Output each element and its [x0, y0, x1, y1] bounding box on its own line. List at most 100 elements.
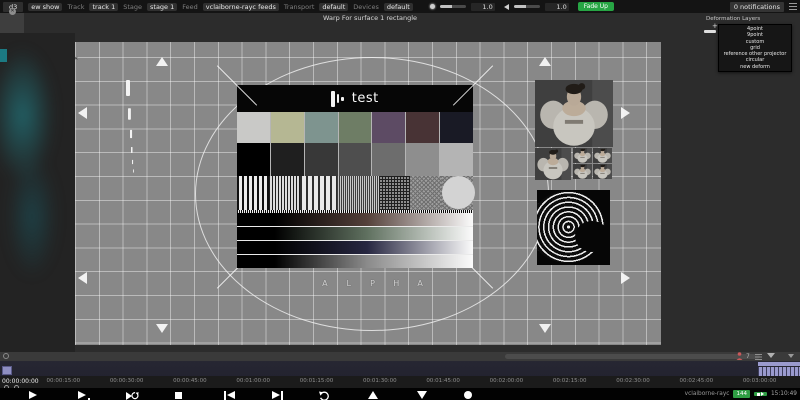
menu-feed-key[interactable]: Feed [182, 3, 198, 11]
menu-feed-value[interactable]: vclaiborne-rayc feeds [203, 3, 279, 11]
brightness-icon [430, 4, 435, 9]
alpha-letter: A [313, 277, 337, 291]
warp-handle-down-right[interactable] [539, 324, 551, 333]
portrait-image-large [535, 80, 613, 147]
panel-toggle-icon[interactable] [789, 3, 797, 10]
alpha-label-row: ALPHA [313, 277, 432, 291]
gray-step-swatch [305, 143, 338, 176]
stripe-pattern [300, 176, 337, 210]
gray-step-swatch [440, 143, 473, 176]
collaborator-icon [736, 352, 743, 360]
previous-section-button[interactable] [224, 391, 236, 400]
volume-value[interactable]: 1.0 [545, 3, 569, 11]
speaker-icon [504, 4, 509, 10]
warp-handle-left-top[interactable] [78, 107, 87, 119]
current-timecode: 00:00:00:00 [2, 378, 39, 385]
alpha-letter: A [408, 277, 432, 291]
up-button[interactable] [368, 391, 380, 400]
portrait-image-mip [593, 148, 612, 163]
test-card-header: test [237, 85, 473, 112]
deformation-type-menu: 4point9pointcustomgridreference other pr… [718, 24, 792, 72]
gradient-ramps [237, 213, 473, 268]
color-bar-swatch [339, 112, 372, 143]
warp-handle-up-left[interactable] [156, 57, 168, 66]
teal-thumbnail [0, 49, 7, 62]
timecode-label: 00:02:00:00 [485, 378, 527, 384]
portrait-image-medium [535, 148, 571, 180]
color-bars-row [237, 112, 473, 143]
color-bar-swatch [372, 112, 405, 143]
brightness-value[interactable]: 1.0 [471, 3, 495, 11]
fade-up-button[interactable]: Fade Up [578, 2, 614, 11]
timeline-loop-region[interactable] [758, 367, 800, 376]
next-section-button[interactable] [272, 391, 284, 400]
warp-handle-up-right[interactable] [539, 57, 551, 66]
collaborator-count: 7 [746, 353, 750, 360]
warp-handle-left-bottom[interactable] [78, 272, 87, 284]
filter-funnel-icon[interactable] [767, 353, 775, 358]
menu-track-key[interactable]: Track [67, 3, 84, 11]
add-layer-button[interactable]: + [712, 22, 718, 30]
return-to-start-button[interactable] [319, 391, 331, 400]
spiral-hole [575, 221, 609, 252]
gray-steps-row [237, 143, 473, 176]
timecode-label: 00:01:30:00 [359, 378, 401, 384]
menu-show[interactable]: ew show [28, 3, 62, 11]
down-button[interactable] [417, 391, 429, 400]
gray-step-swatch [271, 143, 304, 176]
timecode-label: 00:02:45:00 [675, 378, 717, 384]
timecode-label: 00:00:45:00 [169, 378, 211, 384]
loop-section-button[interactable] [126, 391, 138, 400]
gray-step-swatch [339, 143, 372, 176]
diagonal-pattern [442, 176, 473, 210]
track-lane[interactable] [0, 361, 800, 376]
control-point-marker[interactable]: ✕ [74, 56, 78, 62]
stripe-pattern [237, 176, 269, 210]
play-button[interactable] [29, 391, 41, 400]
stripe-pattern [337, 176, 379, 210]
menu-devices-value[interactable]: default [384, 3, 413, 11]
timecode-label: 00:00:15:00 [42, 378, 84, 384]
section-scroll-pill[interactable] [505, 354, 760, 359]
test-logo-icon [331, 91, 344, 107]
notifications-button[interactable]: 0 notifications [730, 2, 784, 12]
warp-handle-right-bottom[interactable] [621, 272, 630, 284]
timeline-scroll-segment[interactable] [758, 362, 800, 366]
left-panel-stub [0, 13, 24, 33]
warp-handle-down-left[interactable] [156, 324, 168, 333]
volume-slider[interactable] [514, 5, 540, 8]
test-card-title: test [352, 91, 379, 106]
menu-transport-key[interactable]: Transport [284, 3, 315, 11]
test-pattern-card: test [237, 85, 473, 268]
timecode-ruler[interactable]: 00:00:15:0000:00:30:0000:00:45:0000:01:0… [0, 376, 800, 388]
clock: 15:10:49 [771, 391, 797, 397]
close-icon[interactable]: ✕ [9, 8, 16, 15]
chevron-down-icon[interactable] [788, 354, 794, 358]
app-window: d3 ew show Track track 1 Stage stage 1 F… [0, 0, 800, 400]
track-clip-block[interactable] [2, 366, 12, 375]
play-to-next-button[interactable] [78, 391, 90, 400]
stop-button[interactable] [175, 391, 187, 400]
timecode-label: 00:02:15:00 [549, 378, 591, 384]
deform-option[interactable]: new deform [719, 64, 791, 70]
menu-stage-key[interactable]: Stage [123, 3, 142, 11]
layer-slider-handle[interactable] [704, 30, 716, 33]
timecode-label: 00:01:45:00 [422, 378, 464, 384]
timecode-label: 00:03:00:00 [739, 378, 781, 384]
warp-handle-right-top[interactable] [621, 107, 630, 119]
timecode-label: 00:01:00:00 [232, 378, 274, 384]
record-button[interactable] [464, 391, 476, 400]
menu-transport-value[interactable]: default [319, 3, 348, 11]
gray-step-swatch [406, 143, 439, 176]
menu-stage-value[interactable]: stage 1 [147, 3, 177, 11]
portrait-image-mip [593, 164, 612, 179]
gradient-ramp [237, 227, 473, 240]
menu-devices-key[interactable]: Devices [353, 3, 379, 11]
stripe-pattern [269, 176, 300, 210]
alpha-letter: H [384, 277, 408, 291]
menu-track-value[interactable]: track 1 [89, 3, 118, 11]
help-icon[interactable] [3, 353, 9, 359]
layers-icon[interactable] [755, 354, 762, 360]
alpha-letter: L [337, 277, 361, 291]
brightness-slider[interactable] [440, 5, 466, 8]
